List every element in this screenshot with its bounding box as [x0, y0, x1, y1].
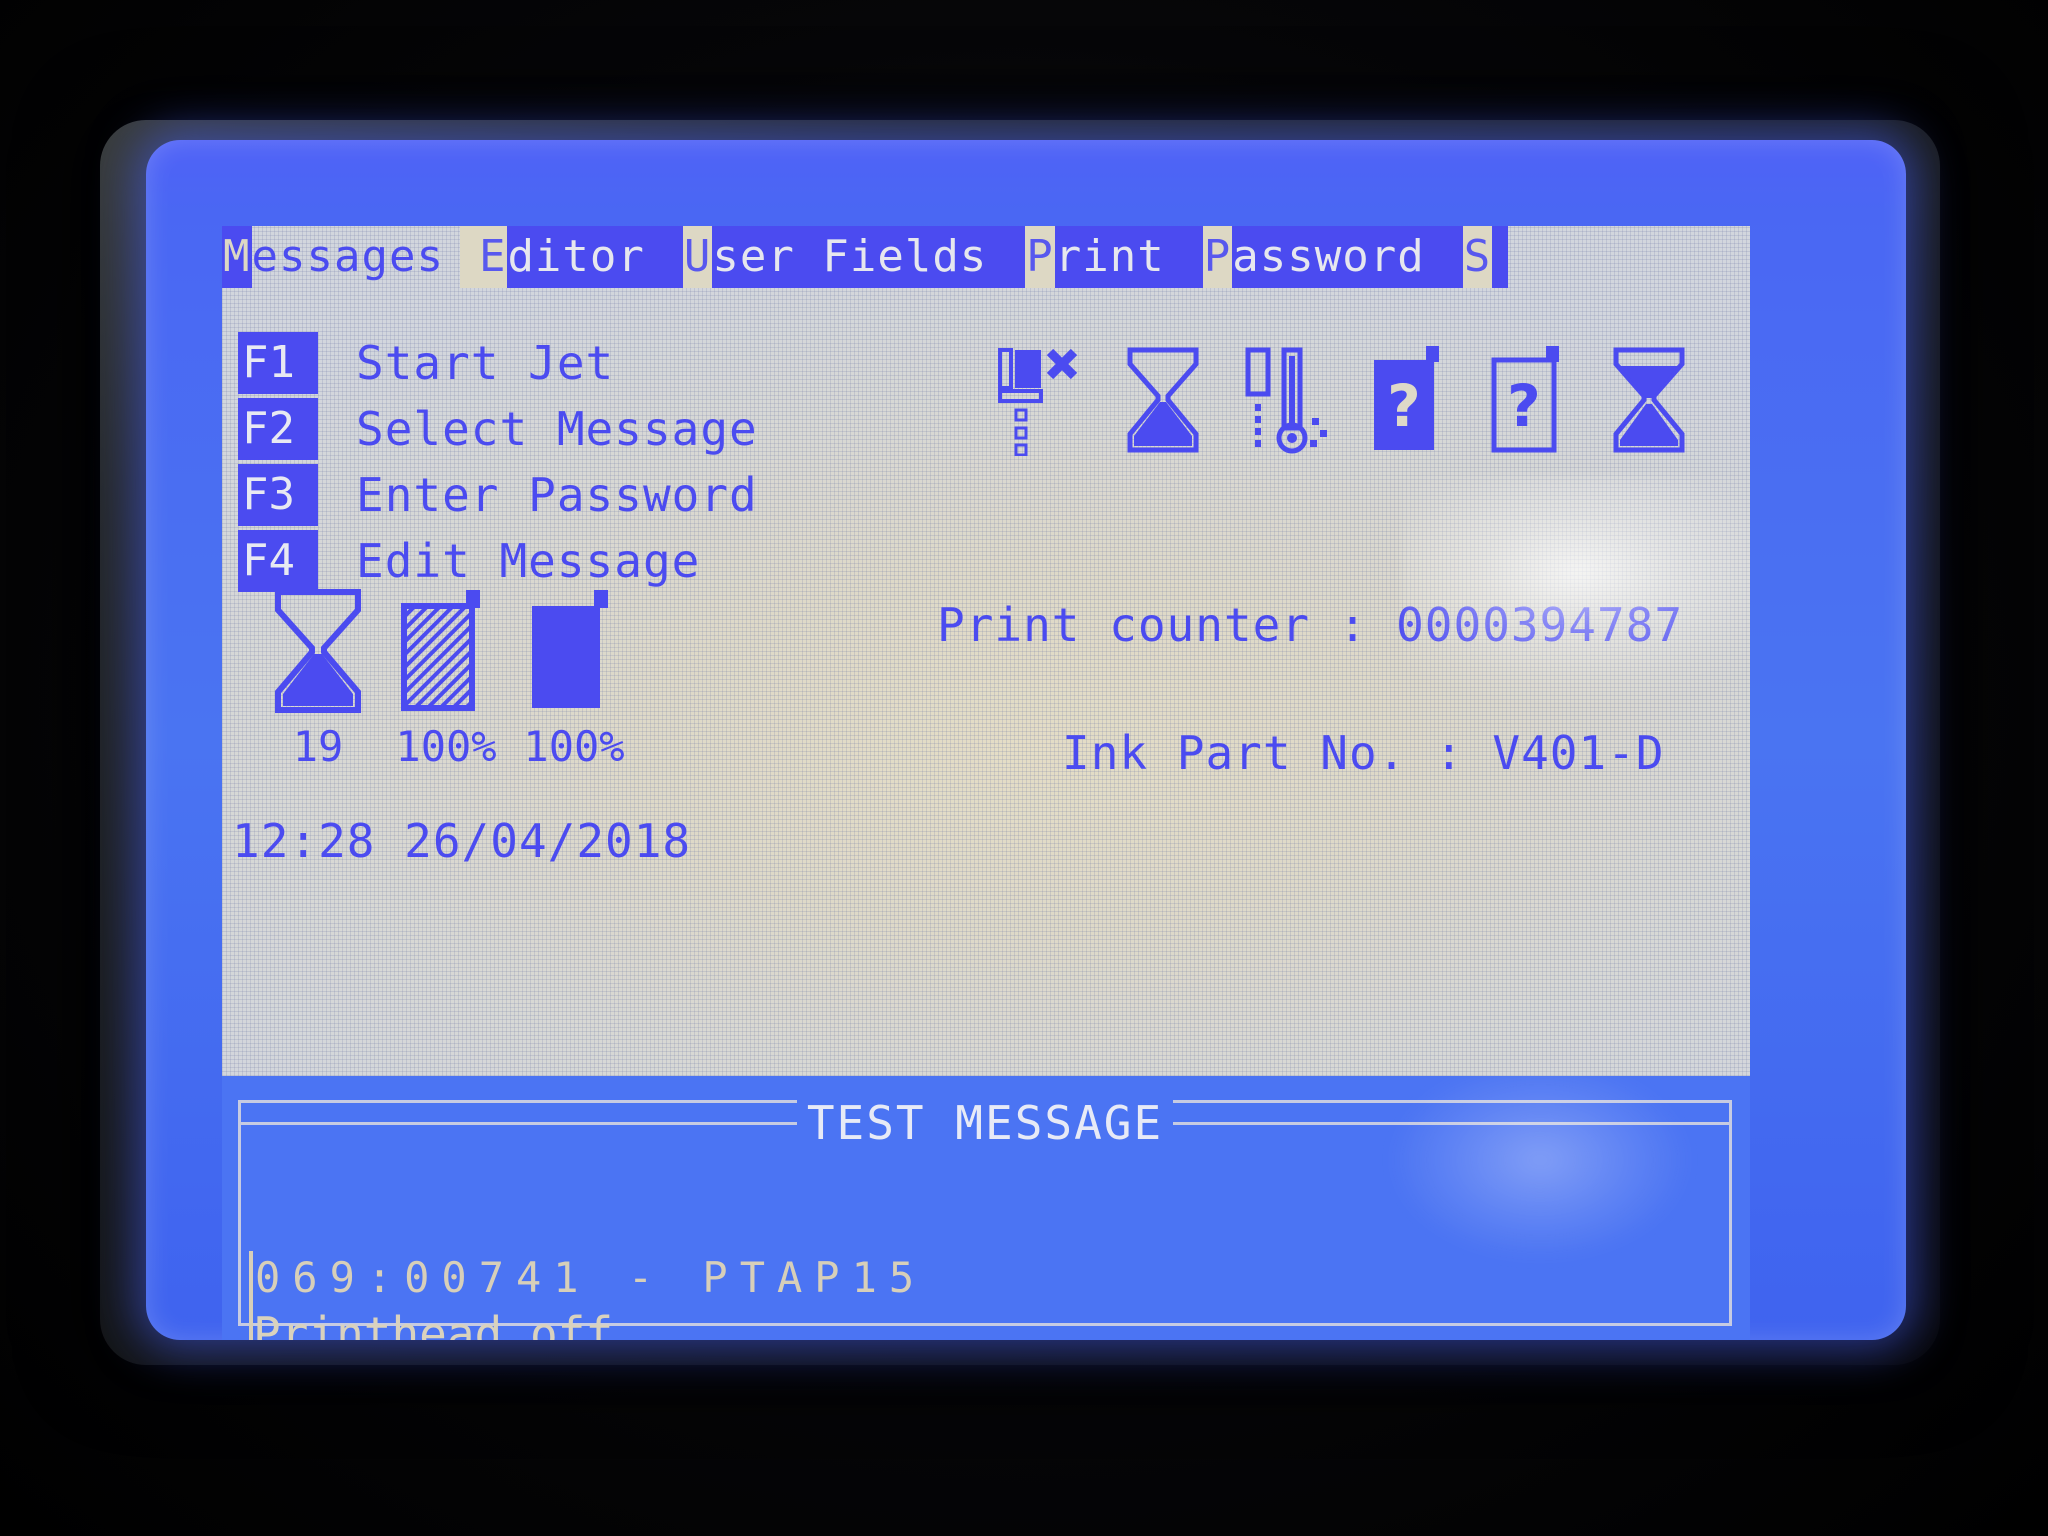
menu-accel-setup: S: [1462, 226, 1493, 288]
title-rule-left: [241, 1121, 797, 1125]
level-caption-hourglass: 19: [292, 722, 344, 771]
menu-gap-4: [1180, 226, 1203, 288]
ink-cartridge-full-question-icon: ?: [1374, 346, 1439, 450]
level-caption-makeup: 100%: [395, 722, 497, 771]
status-icon-hourglass-top: [1606, 344, 1692, 456]
message-line-1: 069:00741 - PTAP15: [255, 1253, 927, 1302]
message-preview-panel: TEST MESSAGE 069:00741 - PTAP15 Printhea…: [222, 1076, 1750, 1340]
title-rule-right: [1173, 1121, 1729, 1125]
photograph-background: Messages Editor User Fields Print Passwo…: [0, 0, 2048, 1536]
screen-glare-highlight: [1402, 476, 1750, 706]
ink-cartridge-icon: [532, 590, 608, 708]
lcd-screen: Messages Editor User Fields Print Passwo…: [222, 226, 1750, 1076]
function-key-f3: F3: [238, 464, 318, 526]
menu-label-editor: ditor: [507, 231, 645, 282]
hourglass-bottom-icon: [1127, 347, 1199, 453]
menu-item-messages[interactable]: Messages: [222, 226, 460, 288]
print-counter-value: 0000394787: [1396, 598, 1684, 652]
level-indicator-ink: 100%: [522, 586, 626, 771]
function-key-row-f1[interactable]: F1 Start Jet: [238, 330, 758, 396]
function-key-f4: F4: [238, 530, 318, 592]
status-icon-ink-cartridge-full: ?: [1366, 344, 1452, 456]
menu-gap-5: [1440, 226, 1463, 288]
hourglass-icon: [275, 589, 361, 713]
menu-gap-1: [459, 226, 478, 288]
function-key-label-f2: Select Message: [356, 402, 758, 456]
function-key-f1: F1: [238, 332, 318, 394]
menu-accel-messages: M: [222, 226, 252, 288]
menu-accel-password: P: [1202, 226, 1233, 288]
ink-cartridge-empty-question-icon: ?: [1491, 346, 1559, 453]
menu-label-messages: essages: [251, 231, 444, 282]
function-key-row-f3[interactable]: F3 Enter Password: [238, 462, 758, 528]
level-indicator-strip: 19 100% 100%: [266, 586, 626, 771]
ink-part-number: Ink Part No. : V401-D: [1062, 726, 1665, 780]
status-icon-hourglass-bottom: [1120, 344, 1206, 456]
message-preview-border: TEST MESSAGE 069:00741 - PTAP15 Printhea…: [238, 1096, 1732, 1340]
status-icon-strip: ? ?: [992, 344, 1692, 456]
menu-gap-3: [1003, 226, 1026, 288]
message-panel-title: TEST MESSAGE: [796, 1096, 1174, 1150]
makeup-cartridge-icon: [401, 590, 480, 711]
menu-gap-2: [660, 226, 683, 288]
print-counter-label: Print counter :: [937, 598, 1397, 652]
function-key-row-f4[interactable]: F4 Edit Message: [238, 528, 758, 594]
ink-part-value: V401-D: [1492, 726, 1665, 780]
print-counter: Print counter : 0000394787: [937, 598, 1683, 652]
menu-label-user-fields: ser Fields: [712, 231, 988, 282]
level-caption-ink: 100%: [523, 722, 625, 771]
clock-datetime: 12:28 26/04/2018: [232, 814, 692, 868]
menu-accel-user-fields: U: [682, 226, 713, 288]
menu-bar: Messages Editor User Fields Print Passwo…: [222, 226, 1750, 288]
menu-item-print[interactable]: Print: [1025, 226, 1181, 288]
viscometer-icon: [1245, 347, 1327, 454]
ink-part-label: Ink Part No. :: [1062, 726, 1493, 780]
function-key-f2: F2: [238, 398, 318, 460]
message-panel-title-bar: TEST MESSAGE: [241, 1096, 1729, 1150]
level-indicator-makeup: 100%: [394, 586, 498, 771]
menu-label-print: rint: [1054, 231, 1165, 282]
hourglass-top-icon: [1613, 347, 1685, 453]
menu-accel-print: P: [1025, 226, 1055, 288]
menu-accel-editor: E: [477, 226, 508, 288]
function-key-row-f2[interactable]: F2 Select Message: [238, 396, 758, 462]
status-icon-printhead-off: [992, 344, 1086, 456]
function-key-list: F1 Start Jet F2 Select Message F3 Enter …: [238, 330, 758, 594]
level-indicator-hourglass: 19: [266, 586, 370, 771]
svg-text:?: ?: [1387, 372, 1421, 440]
status-icon-ink-cartridge-empty: ?: [1486, 344, 1572, 456]
function-key-label-f3: Enter Password: [356, 468, 758, 522]
printhead-off-icon: [998, 348, 1078, 456]
menu-item-user-fields[interactable]: User Fields: [682, 226, 1004, 288]
message-line-2: Printhead off: [253, 1307, 614, 1340]
menu-item-setup[interactable]: S: [1462, 226, 1509, 288]
status-icon-viscometer: [1240, 344, 1332, 456]
menu-item-password[interactable]: Password: [1202, 226, 1441, 288]
svg-text:?: ?: [1507, 372, 1541, 440]
menu-item-editor[interactable]: Editor: [477, 226, 661, 288]
function-key-label-f4: Edit Message: [356, 534, 701, 588]
function-key-label-f1: Start Jet: [356, 336, 615, 390]
menu-label-password: assword: [1232, 231, 1425, 282]
